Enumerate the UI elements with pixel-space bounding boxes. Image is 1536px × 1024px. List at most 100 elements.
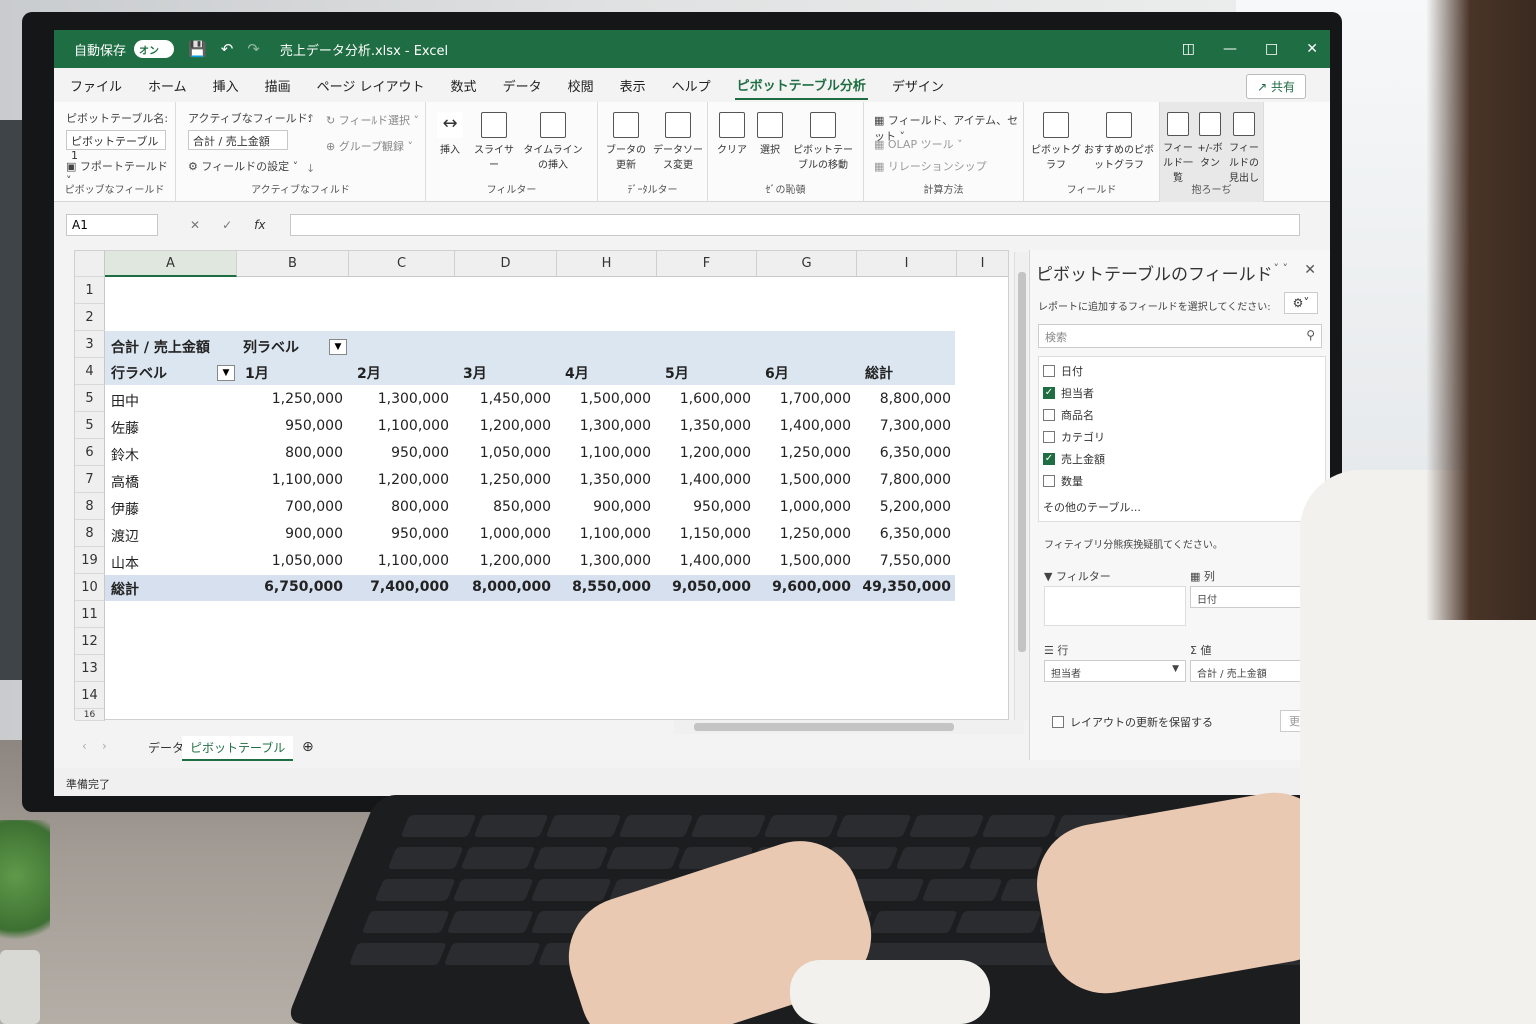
rows-field-chip[interactable]: 担当者 ▼	[1044, 660, 1186, 682]
month-header[interactable]: 3月	[463, 363, 487, 383]
value-cell[interactable]: 950,000	[237, 418, 343, 434]
column-filter-button[interactable]: ▼	[329, 339, 347, 355]
timeline-button[interactable]: タイムラインの挿入	[522, 112, 584, 171]
horizontal-scrollbar[interactable]	[674, 720, 1024, 734]
share-button[interactable]: ↗ 共有	[1246, 74, 1306, 99]
value-cell[interactable]: 1,400,000	[757, 418, 851, 434]
column-header-f[interactable]: F	[657, 251, 757, 277]
insert-button[interactable]: ↔ 挿入	[432, 112, 468, 156]
active-field-input[interactable]: 合計 / 売上金額	[188, 130, 288, 150]
pane-close-icon[interactable]: ✕	[1304, 262, 1316, 278]
row-header[interactable]: 5	[75, 412, 105, 439]
value-cell[interactable]: 950,000	[657, 499, 751, 515]
row-header[interactable]: 2	[75, 304, 105, 331]
scroll-thumb[interactable]	[1018, 272, 1026, 652]
value-cell[interactable]: 1,050,000	[237, 553, 343, 569]
value-cell[interactable]: 800,000	[237, 445, 343, 461]
value-cell[interactable]: 800,000	[349, 499, 449, 515]
value-cell[interactable]: 1,200,000	[657, 445, 751, 461]
value-cell[interactable]: 1,500,000	[757, 472, 851, 488]
value-cell[interactable]: 1,000,000	[757, 499, 851, 515]
row-label[interactable]: 鈴木	[111, 445, 139, 465]
total-cell[interactable]: 6,350,000	[857, 526, 951, 542]
value-cell[interactable]: 1,250,000	[757, 526, 851, 542]
select-all-corner[interactable]	[75, 251, 105, 277]
group-expand-button[interactable]: ⊕ グループ観録 ˅	[326, 138, 413, 154]
tab-formulas[interactable]: 数式	[449, 72, 479, 99]
filters-drop-zone[interactable]	[1044, 586, 1186, 626]
total-cell[interactable]: 7,800,000	[857, 472, 951, 488]
grand-total-cell[interactable]: 8,000,000	[455, 579, 551, 595]
maximize-icon[interactable]: □	[1265, 41, 1278, 57]
tab-home[interactable]: ホーム	[146, 72, 189, 99]
select-button[interactable]: 選択	[752, 112, 788, 156]
pivot-column-label[interactable]: 列ラベル	[243, 337, 299, 357]
checkbox-checked[interactable]: ✓	[1043, 387, 1055, 399]
value-cell[interactable]: 1,200,000	[349, 472, 449, 488]
total-cell[interactable]: 6,350,000	[857, 445, 951, 461]
column-header-b[interactable]: B	[237, 251, 349, 277]
row-label[interactable]: 伊藤	[111, 499, 139, 519]
tab-page-layout[interactable]: ページ レイアウト	[315, 72, 427, 99]
value-cell[interactable]: 1,100,000	[557, 526, 651, 542]
value-cell[interactable]: 1,250,000	[237, 391, 343, 407]
relationships-button[interactable]: ▦ リレーションシップ	[874, 158, 987, 174]
value-cell[interactable]: 850,000	[455, 499, 551, 515]
clear-button[interactable]: クリア	[712, 112, 752, 156]
total-cell[interactable]: 7,550,000	[857, 553, 951, 569]
total-cell[interactable]: 8,800,000	[857, 391, 951, 407]
tab-insert[interactable]: 挿入	[211, 72, 241, 99]
value-cell[interactable]: 900,000	[237, 526, 343, 542]
value-cell[interactable]: 1,150,000	[657, 526, 751, 542]
value-cell[interactable]: 1,200,000	[455, 553, 551, 569]
plus-minus-button[interactable]: +/-ボタン	[1194, 112, 1226, 169]
month-header[interactable]: 6月	[765, 363, 789, 383]
drill-up-button[interactable]: ↑	[306, 112, 315, 125]
field-item-owner[interactable]: ✓ 担当者	[1043, 385, 1094, 401]
value-cell[interactable]: 1,100,000	[557, 445, 651, 461]
grand-total-cell[interactable]: 9,050,000	[657, 579, 751, 595]
close-icon[interactable]: ✕	[1306, 41, 1318, 57]
value-cell[interactable]: 1,450,000	[455, 391, 551, 407]
checkbox[interactable]	[1043, 475, 1055, 487]
autosave-toggle[interactable]: オン	[134, 40, 175, 58]
checkbox-checked[interactable]: ✓	[1043, 453, 1055, 465]
tab-draw[interactable]: 描画	[263, 72, 293, 99]
vertical-scrollbar[interactable]	[1014, 252, 1028, 720]
tab-design[interactable]: デザイン	[890, 72, 946, 99]
row-header[interactable]: 19	[75, 547, 105, 574]
value-cell[interactable]: 1,100,000	[349, 418, 449, 434]
save-icon[interactable]: 💾	[188, 40, 207, 58]
checkbox[interactable]	[1043, 431, 1055, 443]
value-cell[interactable]: 950,000	[349, 526, 449, 542]
grand-total-cell[interactable]: 6,750,000	[237, 579, 343, 595]
row-header[interactable]: 16	[75, 709, 105, 721]
value-cell[interactable]: 1,000,000	[455, 526, 551, 542]
grand-total-header[interactable]: 総計	[865, 363, 893, 383]
field-select-button[interactable]: ↻ フィーﾙド選択 ˅	[326, 112, 419, 128]
worksheet-grid[interactable]: A B C D H F G I I 1 2 3 4 5 5 6 7 8 8 19…	[74, 250, 1009, 721]
tab-help[interactable]: ヘルプ	[670, 72, 713, 99]
field-item-quantity[interactable]: 数量	[1043, 473, 1083, 489]
row-header[interactable]: 5	[75, 385, 105, 412]
column-header-i2[interactable]: I	[957, 251, 1009, 277]
tab-pivottable-analyze[interactable]: ピボットテーブル分析	[734, 71, 868, 100]
grand-total-cell[interactable]: 7,400,000	[349, 579, 449, 595]
scroll-thumb[interactable]	[694, 723, 954, 731]
row-header[interactable]: 8	[75, 493, 105, 520]
ribbon-display-icon[interactable]: ◫	[1182, 41, 1195, 57]
cancel-icon[interactable]: ✕	[190, 218, 200, 232]
tab-data[interactable]: データ	[501, 72, 544, 99]
month-header[interactable]: 1月	[245, 363, 269, 383]
field-item-sales[interactable]: ✓ 売上金額	[1043, 451, 1105, 467]
column-header-g[interactable]: G	[757, 251, 857, 277]
redo-icon[interactable]: ↷	[247, 40, 260, 58]
tab-view[interactable]: 表示	[618, 72, 648, 99]
change-data-source-button[interactable]: データソース変更	[652, 112, 704, 171]
refresh-button[interactable]: ブータの更新	[602, 112, 650, 171]
value-cell[interactable]: 1,600,000	[657, 391, 751, 407]
next-sheet-icon[interactable]: ›	[94, 736, 115, 756]
column-header-h[interactable]: H	[557, 251, 657, 277]
total-cell[interactable]: 5,200,000	[857, 499, 951, 515]
field-item-date[interactable]: 日付	[1043, 363, 1083, 379]
